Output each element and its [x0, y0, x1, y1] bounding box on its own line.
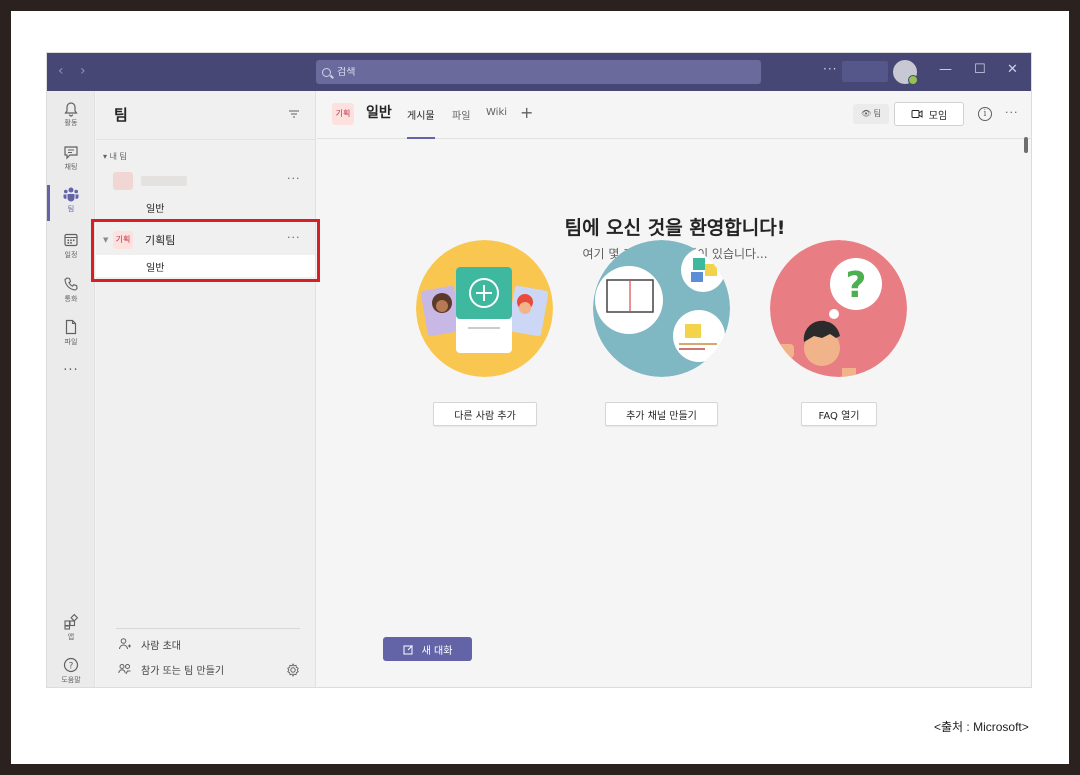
rail-item-calendar[interactable]: 일정: [47, 231, 95, 271]
rail-item-help[interactable]: ? 도움말: [47, 656, 95, 687]
rail-item-calls[interactable]: 통화: [47, 275, 95, 315]
rail-label: 팀: [67, 205, 75, 213]
back-icon[interactable]: ‹: [58, 63, 64, 79]
more-options-icon[interactable]: ···: [823, 62, 837, 76]
channel-label: 일반: [146, 204, 165, 215]
search-icon: [322, 67, 331, 77]
add-people-button[interactable]: 다른 사람 추가: [433, 402, 537, 426]
rail-label: 파일: [64, 338, 78, 346]
faq-illustration: ?: [770, 240, 907, 377]
join-team-icon: [118, 664, 131, 675]
meet-label: 모임: [928, 110, 948, 122]
team-more-options-icon[interactable]: ···: [287, 172, 301, 185]
divider: [116, 628, 300, 629]
rail-label: 활동: [64, 119, 78, 127]
gear-icon[interactable]: [286, 663, 300, 677]
calendar-icon: [64, 233, 78, 247]
rail-item-teams[interactable]: 팀: [47, 185, 95, 225]
tab-wiki[interactable]: Wiki: [486, 107, 507, 118]
join-create-label: 참가 또는 팀 만들기: [141, 665, 225, 677]
file-icon: [65, 319, 77, 335]
tab-files[interactable]: 파일: [452, 107, 470, 122]
channel-title: 일반: [366, 105, 392, 121]
new-conversation-button[interactable]: 새 대화: [383, 637, 472, 661]
org-name-redacted: [842, 61, 888, 82]
divider: [96, 139, 315, 140]
bell-icon: [64, 102, 78, 117]
channel-main: 기획 일반 게시물 파일 Wiki + 👁 팀 모임 i ··· 팀에 오신 것…: [317, 91, 1031, 687]
panel-title: 팀: [114, 106, 128, 124]
add-people-illustration: [416, 240, 553, 377]
add-person-icon: [119, 638, 131, 650]
maximize-icon[interactable]: ☐: [974, 62, 986, 77]
section-label: 내 팀: [109, 152, 127, 161]
channel-general[interactable]: 일반: [96, 196, 315, 218]
apps-icon: [64, 613, 79, 630]
rail-item-activity[interactable]: 활동: [47, 99, 95, 139]
app-rail: 활동 채팅 팀 일정 통화 파일 ··· 앱 ? 도움말: [47, 91, 95, 687]
forward-icon[interactable]: ›: [80, 63, 86, 79]
invite-people-link[interactable]: 사람 초대: [118, 635, 181, 653]
rail-label: 앱: [67, 633, 75, 641]
channel-team-avatar: 기획: [332, 103, 354, 125]
welcome-title: 팀에 오신 것을 환영합니다!: [564, 217, 786, 239]
team-row-redacted[interactable]: ···: [96, 170, 315, 192]
rail-label: 일정: [64, 251, 78, 259]
minimize-icon[interactable]: —: [939, 62, 952, 77]
svg-text:?: ?: [69, 662, 74, 672]
help-icon: ?: [63, 657, 79, 673]
channel-more-options-icon[interactable]: ···: [1005, 106, 1019, 119]
meet-button[interactable]: 모임: [894, 102, 964, 126]
filter-icon[interactable]: [288, 109, 300, 119]
title-bar: ‹ › ··· — ☐ ✕: [47, 53, 1031, 91]
chat-icon: [64, 146, 78, 160]
rail-item-chat[interactable]: 채팅: [47, 143, 95, 183]
join-create-team-link[interactable]: 참가 또는 팀 만들기: [118, 660, 224, 678]
rail-label: 채팅: [64, 163, 78, 171]
phone-icon: [64, 277, 78, 291]
rail-item-apps[interactable]: 앱: [47, 613, 95, 653]
search-box[interactable]: [316, 60, 761, 84]
teams-icon: [63, 187, 79, 202]
invite-label: 사람 초대: [141, 640, 181, 652]
highlight-box: [91, 219, 320, 282]
source-caption: <출처 : Microsoft>: [934, 720, 1029, 734]
team-avatar-redacted: [113, 172, 133, 190]
channel-header: 기획 일반 게시물 파일 Wiki + 👁 팀 모임 i ···: [317, 91, 1031, 139]
team-name-redacted: [141, 176, 187, 186]
team-pill-label: 팀: [873, 109, 882, 118]
close-icon[interactable]: ✕: [1007, 62, 1018, 77]
rail-item-files[interactable]: 파일: [47, 318, 95, 358]
svg-text:?: ?: [846, 265, 867, 306]
more-apps-icon[interactable]: ···: [47, 363, 95, 378]
section-my-teams[interactable]: ▾ 내 팀: [103, 151, 127, 162]
avatar[interactable]: [893, 60, 918, 85]
compose-icon: [403, 644, 413, 654]
teams-window: ‹ › ··· — ☐ ✕ 활동 채팅 팀 일정 통: [46, 52, 1032, 688]
add-tab-icon[interactable]: +: [520, 103, 533, 122]
add-channel-illustration: [593, 240, 730, 377]
tab-posts[interactable]: 게시물: [407, 107, 435, 139]
rail-label: 도움말: [61, 676, 81, 684]
video-camera-icon: [911, 110, 923, 118]
teams-panel: 팀 ▾ 내 팀 ··· 일반 ▼ 기획 기획팀 ··· 일반 사람 초대 참가: [96, 91, 316, 687]
team-visibility-pill[interactable]: 👁 팀: [853, 104, 889, 124]
create-channel-button[interactable]: 추가 채널 만들기: [605, 402, 718, 426]
rail-label: 통화: [64, 295, 78, 303]
open-faq-button[interactable]: FAQ 열기: [801, 402, 877, 426]
new-conversation-label: 새 대화: [421, 645, 453, 657]
search-input[interactable]: [337, 66, 717, 78]
scrollbar[interactable]: [1024, 137, 1028, 153]
info-icon[interactable]: i: [978, 107, 992, 121]
